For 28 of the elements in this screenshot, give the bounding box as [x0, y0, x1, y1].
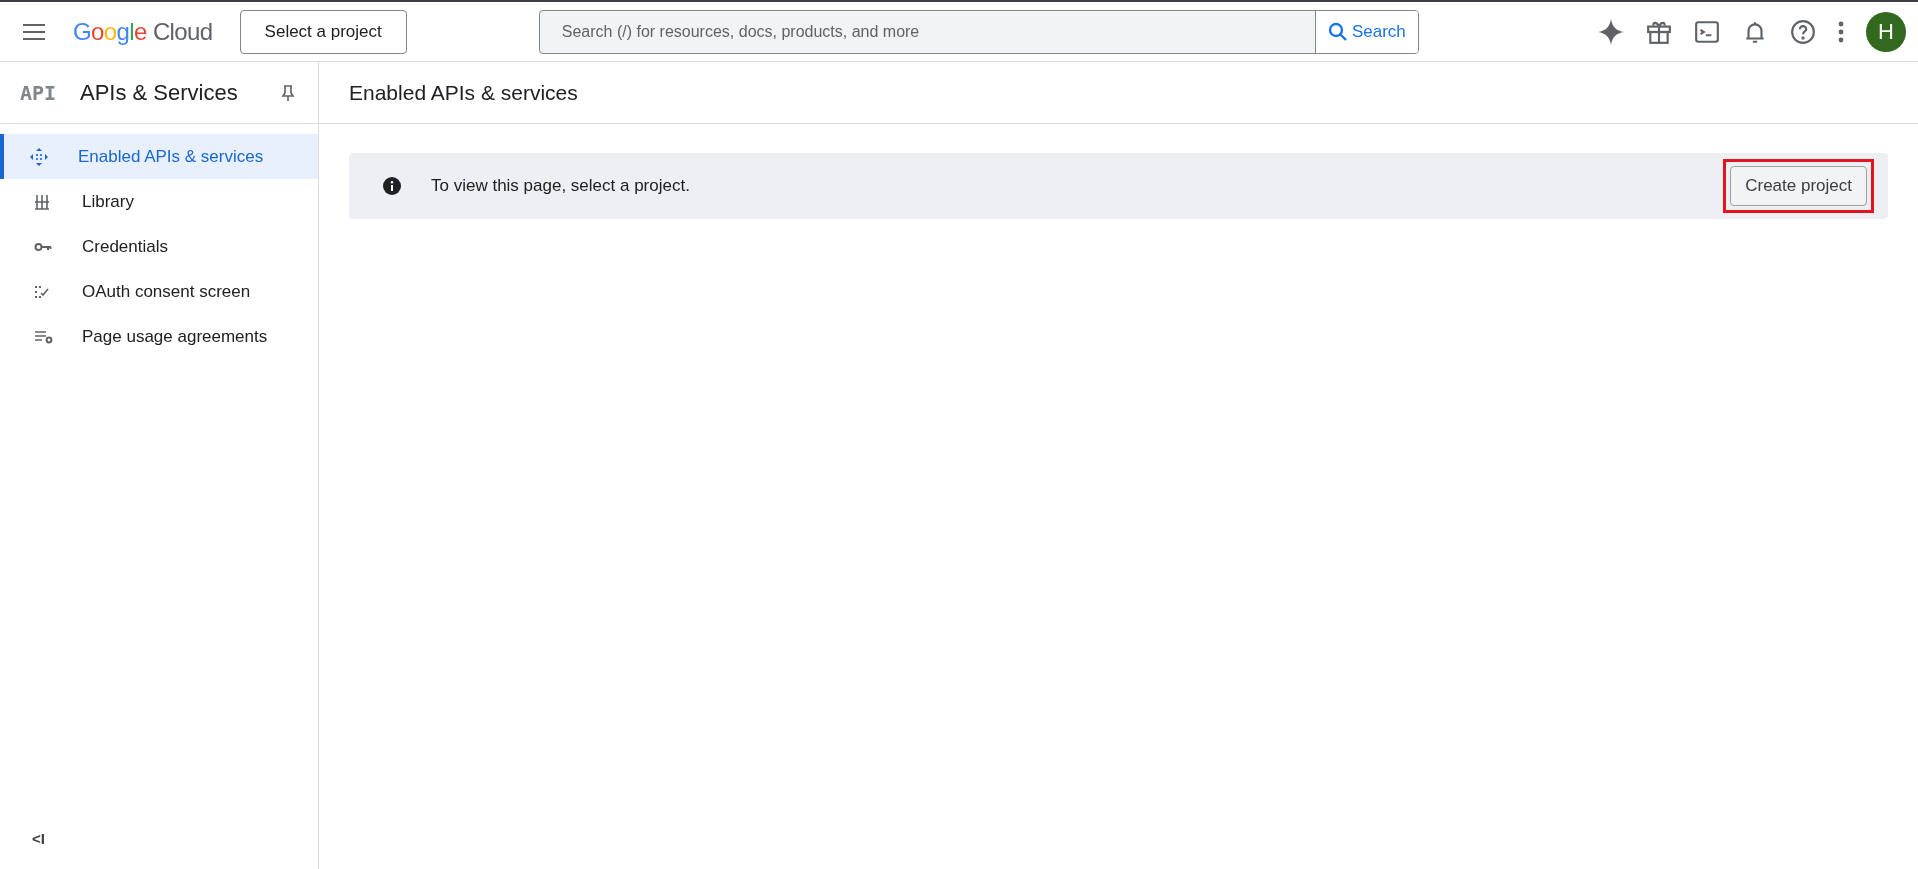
key-icon: [34, 241, 52, 252]
search-button[interactable]: Search: [1314, 10, 1418, 53]
sidebar-item[interactable]: Enabled APIs & services: [0, 134, 318, 179]
sidebar-item[interactable]: OAuth consent screen: [0, 269, 318, 314]
dotted-check-icon: [34, 284, 50, 299]
info-icon: [383, 177, 401, 195]
collapse-sidebar-button[interactable]: <I: [32, 827, 45, 851]
search-field[interactable]: Search (/) for resources, docs, products, and more Search: [538, 9, 1419, 54]
page-title: Enabled APIs & services: [349, 79, 578, 106]
sidebar-title: APIs & Services: [80, 79, 238, 107]
move-arrows-icon: [30, 147, 48, 166]
search-icon: [1327, 21, 1348, 42]
list-settings-icon: [34, 329, 54, 344]
project-picker-button[interactable]: Select a project: [239, 9, 407, 54]
sidebar-item[interactable]: Credentials: [0, 224, 318, 269]
help-icon[interactable]: [1790, 18, 1816, 45]
logo[interactable]: Google Cloud: [73, 13, 213, 50]
sparkle-icon[interactable]: [1598, 18, 1624, 45]
sidebar-item[interactable]: Library: [0, 179, 318, 224]
terminal-icon[interactable]: [1694, 18, 1720, 45]
banner-message: To view this page, select a project.: [431, 175, 690, 198]
sidebar-item[interactable]: Page usage agreements: [0, 314, 318, 359]
library-icon: [34, 193, 50, 210]
api-logo: API: [20, 79, 58, 107]
create-project-button[interactable]: Create project: [1730, 166, 1867, 206]
more-icon[interactable]: [1838, 20, 1844, 43]
pin-icon[interactable]: [280, 83, 296, 102]
avatar[interactable]: H: [1866, 11, 1906, 52]
